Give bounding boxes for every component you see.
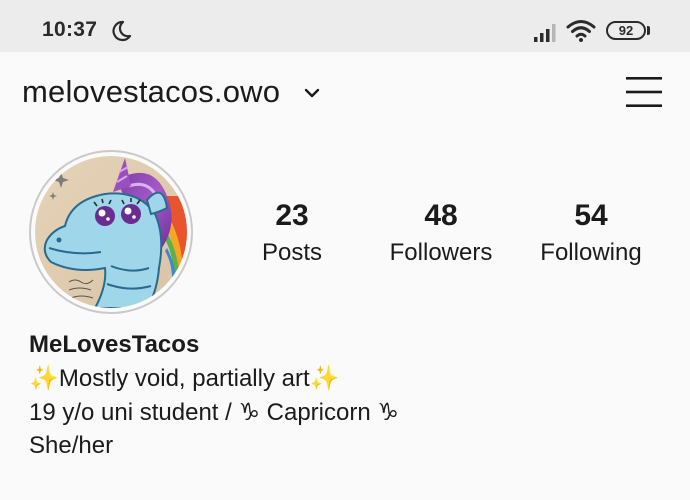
wifi-icon bbox=[566, 20, 596, 42]
stat-followers-label: Followers bbox=[389, 239, 493, 266]
unicorn-drawing bbox=[35, 156, 187, 308]
bio-line: 19 y/o uni student / ♑ Capricorn ♑ bbox=[29, 399, 399, 426]
bio-line: ✨Mostly void, partially art✨ bbox=[29, 365, 340, 392]
display-name: MeLovesTacos bbox=[29, 331, 200, 358]
signal-icon bbox=[534, 24, 556, 42]
chevron-down-icon[interactable] bbox=[303, 86, 321, 100]
moon-icon bbox=[112, 20, 132, 42]
battery-tip bbox=[647, 26, 650, 35]
stat-posts-value: 23 bbox=[275, 199, 309, 232]
stat-followers[interactable]: 48 Followers bbox=[366, 198, 516, 268]
battery-level: 92 bbox=[618, 23, 634, 38]
stat-posts[interactable]: 23 Posts bbox=[217, 198, 367, 268]
status-time: 10:37 bbox=[42, 18, 98, 41]
status-bar: 10:37 92 bbox=[0, 0, 690, 52]
menu-icon[interactable] bbox=[624, 74, 664, 110]
stat-following-value: 54 bbox=[574, 199, 608, 232]
username-switcher[interactable]: melovestacos.owo bbox=[22, 74, 280, 110]
bio-line: She/her bbox=[29, 432, 114, 459]
stat-following-label: Following bbox=[540, 239, 642, 266]
avatar[interactable] bbox=[35, 156, 187, 308]
stat-followers-value: 48 bbox=[424, 199, 458, 232]
stat-posts-label: Posts bbox=[261, 239, 323, 266]
battery-icon: 92 bbox=[606, 21, 646, 40]
stat-following[interactable]: 54 Following bbox=[516, 198, 666, 268]
